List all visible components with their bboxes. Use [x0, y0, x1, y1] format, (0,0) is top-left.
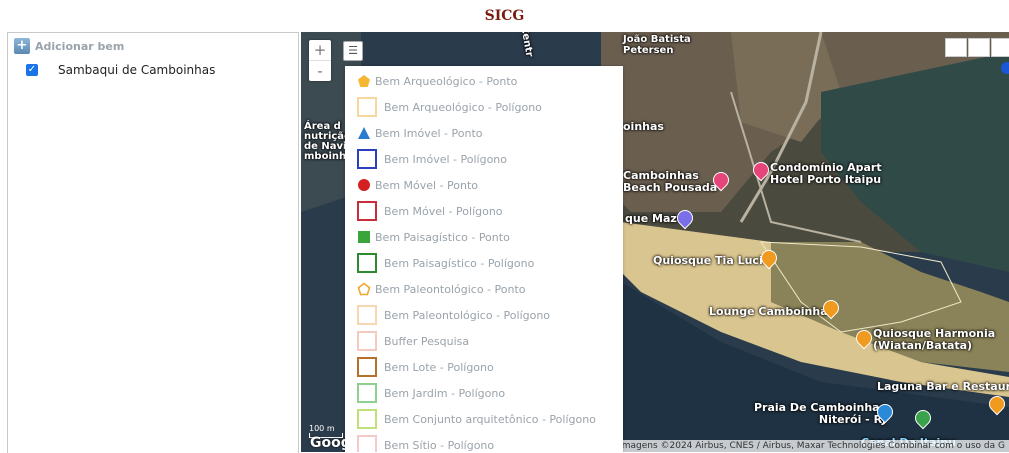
legend-label: Bem Paisagístico - Ponto: [375, 230, 510, 244]
legend-label: Bem Paisagístico - Polígono: [384, 256, 535, 270]
asset-item[interactable]: ✓ Sambaqui de Camboinhas: [26, 62, 215, 78]
legend-item: Bem Imóvel - Polígono: [357, 148, 507, 170]
map-control-button[interactable]: [945, 38, 967, 57]
zoom-control: + -: [309, 40, 331, 81]
legend-label: Bem Imóvel - Ponto: [375, 126, 483, 140]
zoom-out-button[interactable]: -: [309, 60, 331, 81]
place-label: Lounge Camboinhas: [709, 305, 835, 318]
polygon-symbol-icon: [357, 383, 377, 403]
place-label: oinhas: [623, 120, 664, 133]
place-label: Condomínio Apart Hotel Porto Itaipu: [770, 161, 882, 186]
place-label: Quiosque Harmonia (Wiatan/Batata): [873, 327, 996, 352]
polygon-symbol-icon: [357, 357, 377, 377]
polygon-symbol-icon: [357, 305, 377, 325]
map-control-button[interactable]: [968, 38, 990, 57]
point-symbol-icon: [357, 230, 371, 244]
legend-item: Bem Paisagístico - Ponto: [357, 226, 510, 248]
legend-item: Bem Paleontológico - Ponto: [357, 278, 526, 300]
legend-item: Buffer Pesquisa: [357, 330, 469, 352]
legend-label: Bem Arqueológico - Ponto: [375, 74, 518, 88]
asset-label: Sambaqui de Camboinhas: [58, 63, 216, 77]
legend-item: Bem Paleontológico - Polígono: [357, 304, 550, 326]
legend-item: Bem Arqueológico - Ponto: [357, 70, 517, 92]
point-symbol-icon: [357, 126, 371, 140]
place-label: Laguna Bar e Restaurant: [877, 380, 1009, 393]
place-label: João Batista Petersen: [623, 34, 691, 56]
place-label: Quiosque Tia Lucia: [653, 254, 771, 267]
legend-label: Bem Móvel - Polígono: [384, 204, 503, 218]
legend-label: Bem Conjunto arquitetônico - Polígono: [384, 412, 596, 426]
legend-item: Bem Imóvel - Ponto: [357, 122, 483, 144]
layers-toggle-icon[interactable]: ☰: [343, 41, 363, 61]
place-label: Praia De Camboinhas Niterói - RJ: [754, 401, 887, 426]
polygon-symbol-icon: [357, 149, 377, 169]
add-asset-button[interactable]: + Adicionar bem: [14, 37, 124, 55]
legend-item: Bem Paisagístico - Polígono: [357, 252, 534, 274]
point-symbol-icon: [357, 282, 371, 296]
legend-item: Bem Conjunto arquitetônico - Polígono: [357, 408, 596, 430]
map-attribution[interactable]: 2024 Imagens ©2024 Airbus, CNES / Airbus…: [589, 440, 1009, 452]
asset-checkbox[interactable]: ✓: [26, 64, 38, 76]
point-symbol-icon: [357, 178, 371, 192]
legend-label: Bem Jardim - Polígono: [384, 386, 506, 400]
asset-sidebar: + Adicionar bem ✓ Sambaqui de Camboinhas: [7, 32, 299, 453]
place-label: Camboinhas Beach Pousada: [623, 169, 718, 194]
legend-item: Bem Móvel - Polígono: [357, 200, 503, 222]
layer-legend: Bem Arqueológico - Ponto Bem Arqueológico…: [345, 66, 623, 452]
legend-item: Bem Móvel - Ponto: [357, 174, 478, 196]
add-asset-label: Adicionar bem: [35, 39, 125, 53]
map-view[interactable]: + - ☰ João Batista Petersen Camboinhas B…: [301, 32, 1009, 452]
legend-label: Bem Paleontológico - Ponto: [375, 282, 526, 296]
place-label: que Maza: [625, 212, 685, 225]
polygon-symbol-icon: [357, 409, 377, 429]
legend-label: Bem Paleontológico - Polígono: [384, 308, 551, 322]
polygon-symbol-icon: [357, 331, 377, 351]
legend-item: Bem Jardim - Polígono: [357, 382, 505, 404]
legend-item: Bem Sítio - Polígono: [357, 434, 494, 452]
map-control-button[interactable]: [991, 38, 1009, 57]
legend-label: Bem Imóvel - Polígono: [384, 152, 508, 166]
polygon-symbol-icon: [357, 97, 377, 117]
legend-item: Bem Arqueológico - Polígono: [357, 96, 542, 118]
polygon-symbol-icon: [357, 253, 377, 273]
legend-label: Bem Sítio - Polígono: [384, 438, 495, 452]
legend-label: Bem Arqueológico - Polígono: [384, 100, 542, 114]
location-marker: [1001, 62, 1009, 74]
polygon-symbol-icon: [357, 435, 377, 452]
add-icon: +: [14, 38, 30, 54]
legend-item: Bem Lote - Polígono: [357, 356, 494, 378]
legend-label: Bem Lote - Polígono: [384, 360, 494, 374]
point-symbol-icon: [357, 74, 371, 88]
zoom-in-button[interactable]: +: [309, 40, 331, 60]
legend-label: Bem Móvel - Ponto: [375, 178, 479, 192]
legend-label: Buffer Pesquisa: [384, 334, 470, 348]
polygon-symbol-icon: [357, 201, 377, 221]
app-title: SICG: [484, 8, 525, 24]
